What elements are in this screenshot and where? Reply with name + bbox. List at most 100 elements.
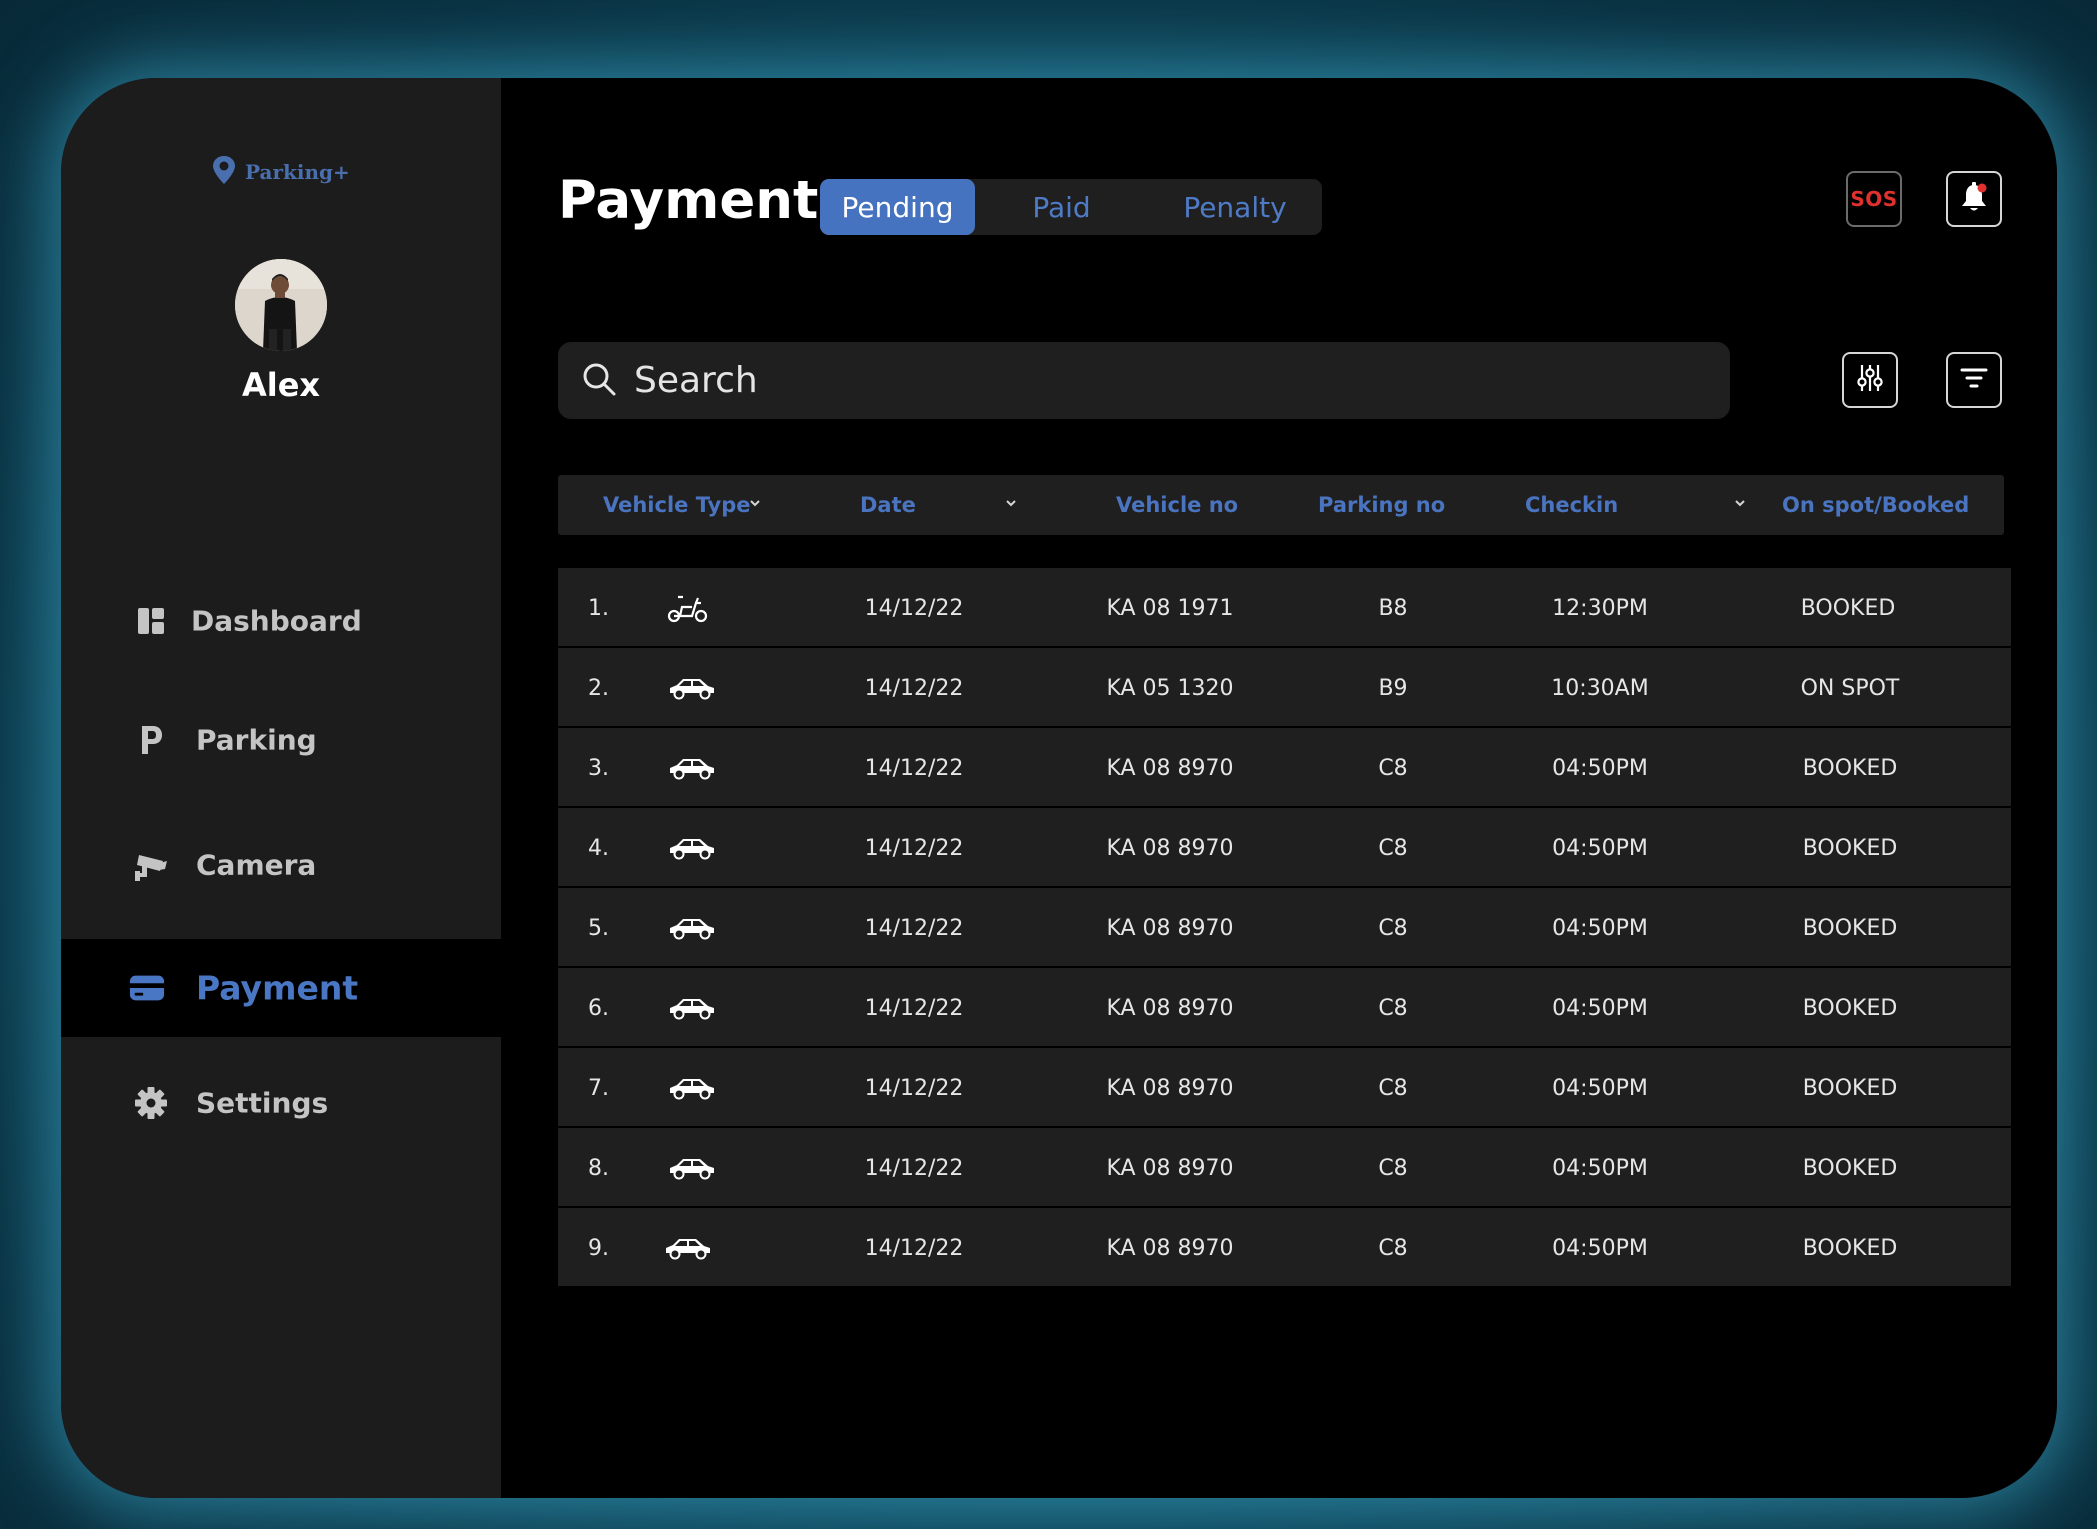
vehicle-no-cell: KA 05 1320 xyxy=(1106,675,1234,701)
date-cell: 14/12/22 xyxy=(864,1235,964,1261)
sidebar-item-settings[interactable]: Settings xyxy=(61,1054,501,1152)
row-index: 4. xyxy=(588,835,609,861)
car-icon xyxy=(667,1048,717,1128)
row-index: 2. xyxy=(588,675,609,701)
vehicle-no-cell: KA 08 8970 xyxy=(1106,1235,1234,1261)
checkin-cell: 10:30AM xyxy=(1551,675,1649,701)
date-cell: 14/12/22 xyxy=(864,1155,964,1181)
chevron-down-icon[interactable] xyxy=(1733,495,1747,514)
search-icon xyxy=(580,360,618,402)
column-header-checkin[interactable]: Checkin xyxy=(1525,475,1618,535)
tab-pending[interactable]: Pending xyxy=(820,179,975,235)
gear-icon xyxy=(133,1085,169,1121)
credit-card-icon xyxy=(129,970,165,1006)
chevron-down-icon[interactable] xyxy=(1004,495,1018,514)
column-header-vehicle-no[interactable]: Vehicle no xyxy=(1116,475,1238,535)
parking-no-cell: C8 xyxy=(1378,915,1408,941)
sidebar-item-payment[interactable]: Payment xyxy=(61,939,501,1037)
sos-label: SOS xyxy=(1850,187,1898,211)
sliders-icon xyxy=(1855,363,1885,397)
checkin-cell: 04:50PM xyxy=(1552,1235,1648,1261)
parking-no-cell: B9 xyxy=(1378,675,1408,701)
app-window: Parking+ Alex Dashboard Parking Camera P… xyxy=(61,78,2057,1498)
bell-icon xyxy=(1959,181,1989,217)
column-header-vehicle-type[interactable]: Vehicle Type xyxy=(603,475,751,535)
table-header: Vehicle Type Date Vehicle no Parking no … xyxy=(558,475,2004,535)
status-cell: BOOKED xyxy=(1802,915,1898,941)
vehicle-no-cell: KA 08 8970 xyxy=(1106,995,1234,1021)
column-header-status[interactable]: On spot/Booked xyxy=(1782,475,1969,535)
vehicle-no-cell: KA 08 8970 xyxy=(1106,755,1234,781)
car-icon xyxy=(667,888,717,968)
checkin-cell: 04:50PM xyxy=(1552,915,1648,941)
page-title: Payment xyxy=(558,170,819,231)
checkin-cell: 04:50PM xyxy=(1552,755,1648,781)
status-tabs: Pending Paid Penalty xyxy=(820,179,1322,235)
filter-icon xyxy=(1959,365,1989,395)
tab-penalty[interactable]: Penalty xyxy=(1148,179,1322,235)
status-cell: BOOKED xyxy=(1800,595,1896,621)
tab-paid[interactable]: Paid xyxy=(975,179,1148,235)
checkin-cell: 04:50PM xyxy=(1552,1075,1648,1101)
adjust-button[interactable] xyxy=(1842,352,1898,408)
date-cell: 14/12/22 xyxy=(864,595,964,621)
search-bar xyxy=(558,342,1730,419)
table-row[interactable]: 1. 14/12/22 KA 08 1971 B8 12:30PM BOOKED xyxy=(558,568,2011,648)
camera-icon xyxy=(133,847,169,883)
sidebar-item-label: Dashboard xyxy=(191,604,362,638)
parking-no-cell: B8 xyxy=(1378,595,1408,621)
filter-button[interactable] xyxy=(1946,352,2002,408)
status-cell: BOOKED xyxy=(1802,995,1898,1021)
checkin-cell: 04:50PM xyxy=(1552,995,1648,1021)
table-row[interactable]: 4. 14/12/22 KA 08 8970 C8 04:50PM BOOKED xyxy=(558,808,2011,888)
sidebar: Parking+ Alex Dashboard Parking Camera P… xyxy=(61,78,501,1498)
status-cell: BOOKED xyxy=(1802,1075,1898,1101)
sidebar-item-parking[interactable]: Parking xyxy=(61,691,501,789)
row-index: 9. xyxy=(588,1235,609,1261)
dashboard-icon xyxy=(133,603,169,639)
payments-table: 1. 14/12/22 KA 08 1971 B8 12:30PM BOOKED… xyxy=(558,568,2011,1288)
parking-no-cell: C8 xyxy=(1378,1075,1408,1101)
table-row[interactable]: 7. 14/12/22 KA 08 8970 C8 04:50PM BOOKED xyxy=(558,1048,2011,1128)
parking-no-cell: C8 xyxy=(1378,1155,1408,1181)
car-icon xyxy=(667,1128,717,1208)
sidebar-item-camera[interactable]: Camera xyxy=(61,816,501,914)
app-logo[interactable]: Parking+ xyxy=(211,154,350,190)
table-row[interactable]: 8. 14/12/22 KA 08 8970 C8 04:50PM BOOKED xyxy=(558,1128,2011,1208)
parking-icon xyxy=(133,722,169,758)
status-cell: BOOKED xyxy=(1802,1235,1898,1261)
date-cell: 14/12/22 xyxy=(864,1075,964,1101)
vehicle-no-cell: KA 08 8970 xyxy=(1106,1155,1234,1181)
table-row[interactable]: 3. 14/12/22 KA 08 8970 C8 04:50PM BOOKED xyxy=(558,728,2011,808)
sidebar-item-dashboard[interactable]: Dashboard xyxy=(61,572,501,670)
date-cell: 14/12/22 xyxy=(864,835,964,861)
table-row[interactable]: 5. 14/12/22 KA 08 8970 C8 04:50PM BOOKED xyxy=(558,888,2011,968)
car-icon xyxy=(667,728,717,808)
column-header-parking-no[interactable]: Parking no xyxy=(1318,475,1445,535)
table-row[interactable]: 6. 14/12/22 KA 08 8970 C8 04:50PM BOOKED xyxy=(558,968,2011,1048)
table-row[interactable]: 9. 14/12/22 KA 08 8970 C8 04:50PM BOOKED xyxy=(558,1208,2011,1288)
car-icon xyxy=(667,648,717,728)
status-cell: ON SPOT xyxy=(1800,675,1900,701)
notifications-button[interactable] xyxy=(1946,171,2002,227)
checkin-cell: 12:30PM xyxy=(1552,595,1648,621)
row-index: 5. xyxy=(588,915,609,941)
row-index: 1. xyxy=(588,595,609,621)
table-row[interactable]: 2. 14/12/22 KA 05 1320 B9 10:30AM ON SPO… xyxy=(558,648,2011,728)
search-input[interactable] xyxy=(634,342,1694,419)
location-pin-icon xyxy=(211,154,237,190)
logo-text: Parking+ xyxy=(245,160,350,184)
status-cell: BOOKED xyxy=(1802,1155,1898,1181)
date-cell: 14/12/22 xyxy=(864,755,964,781)
date-cell: 14/12/22 xyxy=(864,675,964,701)
column-header-date[interactable]: Date xyxy=(860,475,916,535)
car-icon xyxy=(667,968,717,1048)
sidebar-item-label: Settings xyxy=(196,1086,329,1120)
vehicle-no-cell: KA 08 1971 xyxy=(1106,595,1234,621)
vehicle-no-cell: KA 08 8970 xyxy=(1106,835,1234,861)
sos-button[interactable]: SOS xyxy=(1846,171,1902,227)
row-index: 8. xyxy=(588,1155,609,1181)
chevron-down-icon[interactable] xyxy=(748,495,762,514)
date-cell: 14/12/22 xyxy=(864,915,964,941)
avatar[interactable] xyxy=(235,259,327,351)
